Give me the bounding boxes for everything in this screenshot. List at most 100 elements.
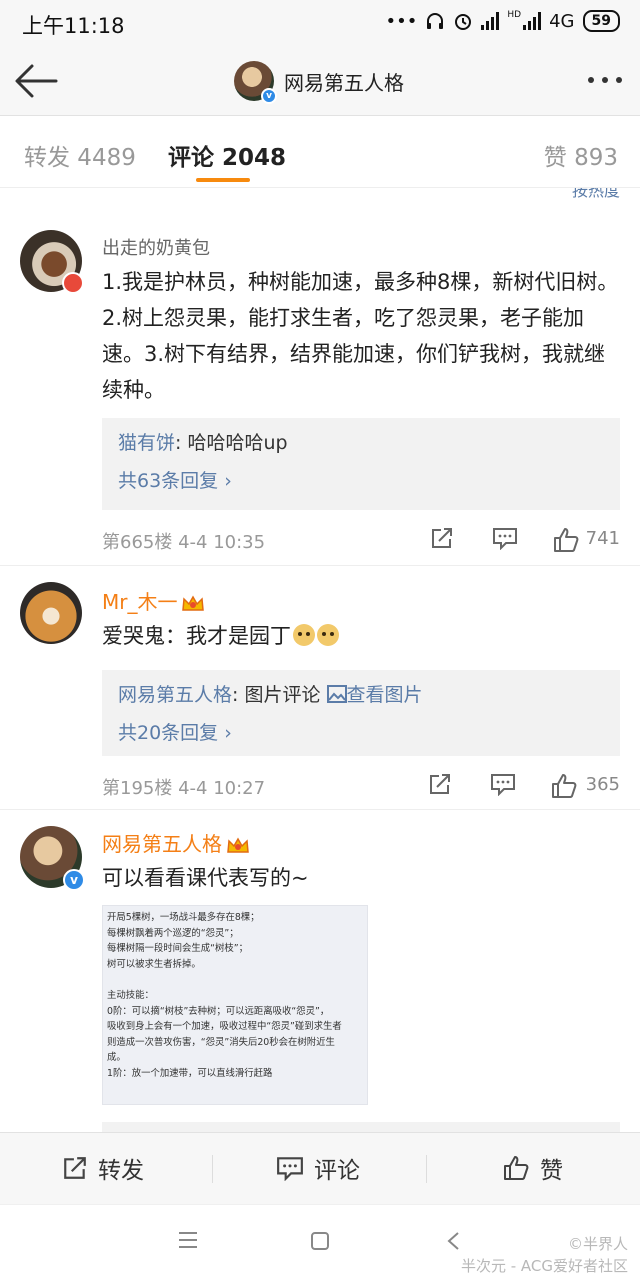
reply-author[interactable]: 网易第五人格 <box>118 684 232 706</box>
username-text: 网易第五人格 <box>102 832 222 856</box>
reply-button[interactable] <box>492 526 518 555</box>
account-header[interactable]: v 网易第五人格 <box>234 60 404 104</box>
doge-emoji-icon <box>293 624 315 646</box>
comment-icon <box>277 1157 303 1181</box>
like-button[interactable] <box>550 772 578 805</box>
home-square-icon <box>311 1232 329 1250</box>
view-replies-link[interactable]: 共63条回复 › <box>118 462 604 500</box>
alarm-icon <box>455 14 472 30</box>
view-replies-link[interactable]: 共20条回复 › <box>118 714 604 752</box>
like-action-button[interactable]: 赞 <box>502 1151 563 1185</box>
image-text-line: 每棵树隔一段时间会生成“树枝”； <box>107 943 248 955</box>
status-bar: 上午11:18 ••• HD 4G 59 <box>0 0 640 46</box>
reply-preview[interactable]: 网易第五人格: 图片评论 查看图片 共20条回复 › <box>102 670 620 756</box>
image-icon <box>326 685 347 703</box>
more-options-button[interactable] <box>586 66 624 91</box>
image-text-line <box>107 972 363 988</box>
comment-username[interactable]: 网易第五人格 <box>102 828 250 857</box>
username-text: Mr_木一 <box>102 590 178 614</box>
more-notifications-icon: ••• <box>385 10 418 32</box>
tab-bar: 转发 4489 评论 2048 赞 893 <box>0 116 640 188</box>
repost-button[interactable] <box>428 772 452 801</box>
reply-line: 猫有饼: 哈哈哈哈up <box>118 424 604 462</box>
system-navigation-bar: ©半界人 半次元 - ACG爱好者社区 <box>0 1204 640 1280</box>
chevron-left-icon <box>447 1232 459 1250</box>
system-back-button[interactable] <box>446 1231 460 1255</box>
comment-username[interactable]: Mr_木一 <box>102 586 205 615</box>
comment-text: 1.我是护林员，种树能加速，最多种8棵，新树代旧树。2.树上怨灵果，能打求生者，… <box>102 270 619 402</box>
thumbs-up-icon <box>552 774 577 798</box>
image-text-line: 则造成一次普攻伤害，“怨灵”消失后20秒会在树附近生 <box>107 1036 335 1048</box>
reply-line: 网易第五人格: 图片评论 查看图片 <box>118 676 604 714</box>
home-button[interactable] <box>310 1231 330 1255</box>
comment-footer: 第195楼 4-4 10:27 365 <box>102 772 620 802</box>
active-tab-indicator <box>196 178 250 182</box>
like-button[interactable] <box>552 526 580 559</box>
share-icon <box>430 774 450 794</box>
divider <box>426 1155 427 1183</box>
avatar[interactable]: v <box>20 826 85 891</box>
comment-label: 评论 <box>314 1158 360 1184</box>
tab-likes[interactable]: 赞 893 <box>544 138 618 172</box>
comment-action-button[interactable]: 评论 <box>276 1151 360 1185</box>
bottom-action-bar: 转发 评论 赞 <box>0 1132 640 1204</box>
signal-icon <box>481 12 500 30</box>
like-count: 365 <box>585 774 620 795</box>
comment-image[interactable]: 开局5棵树，一场战斗最多存在8棵； 每棵树飘着两个巡逻的“怨灵”； 每棵树隔一段… <box>102 905 368 1105</box>
menu-button[interactable] <box>178 1231 198 1253</box>
back-button[interactable] <box>12 58 60 104</box>
doge-emoji-icon <box>317 624 339 646</box>
vip-crown-icon <box>227 836 249 853</box>
reply-author[interactable]: 猫有饼 <box>118 432 175 454</box>
thumbs-up-icon <box>504 1156 529 1180</box>
repost-label: 转发 <box>98 1158 144 1184</box>
battery-icon: 59 <box>582 10 620 32</box>
comment-text: 爱哭鬼：我才是园丁 <box>102 618 622 654</box>
verified-icon: v <box>261 88 277 104</box>
like-label: 赞 <box>540 1158 563 1184</box>
tab-comments[interactable]: 评论 2048 <box>168 138 286 172</box>
comment-meta: 第665楼 4-4 10:35 <box>102 532 266 553</box>
reply-text: : 图片评论 <box>232 684 321 706</box>
watermark-line: ©半界人 <box>567 1235 628 1253</box>
comment-text: 可以看看课代表写的~ <box>102 866 309 890</box>
sort-label: 按热度 <box>571 188 620 200</box>
image-text-line: 成。 <box>107 1052 126 1064</box>
reply-text: : 哈哈哈哈up <box>175 432 288 454</box>
arrow-left-icon <box>15 64 58 98</box>
comment-username[interactable]: 出走的奶黄包 <box>102 234 210 260</box>
comment-icon <box>491 774 515 797</box>
sort-toggle[interactable]: 按热度 <box>572 188 620 200</box>
signal-icon-2 <box>523 12 542 30</box>
repost-button[interactable] <box>430 526 454 555</box>
share-icon <box>64 1157 86 1179</box>
comment-item: Mr_木一 爱哭鬼：我才是园丁 网易第五人格: 图片评论 查看图片 共20条回复… <box>0 566 640 810</box>
status-time: 上午11:18 <box>22 14 125 38</box>
reply-preview[interactable]: 猫有饼: 哈哈哈哈up 共63条回复 › <box>102 418 620 510</box>
network-type: 4G <box>549 10 575 32</box>
page-title: 网易第五人格 <box>284 70 404 95</box>
avatar: v <box>234 61 277 104</box>
reply-preview-edge <box>102 1122 620 1132</box>
image-text-line: 1阶：放一个加速带，可以直线滑行赶路 <box>107 1067 273 1079</box>
comment-text-content: 爱哭鬼：我才是园丁 <box>102 624 291 648</box>
menu-icon <box>179 1232 197 1248</box>
vip-crown-icon <box>182 594 205 611</box>
view-image-link[interactable]: 查看图片 <box>347 684 423 706</box>
image-text-line: 每棵树飘着两个巡逻的“怨灵”； <box>107 927 239 939</box>
avatar[interactable] <box>20 582 82 644</box>
hd-label: HD <box>507 10 522 20</box>
member-badge-icon <box>62 272 84 294</box>
image-text-line: 吸收到身上会有一个加速，吸收过程中“怨灵”碰到求生者 <box>107 1021 342 1033</box>
tab-repost[interactable]: 转发 4489 <box>24 138 136 172</box>
thumbs-up-icon <box>554 528 579 552</box>
avatar[interactable] <box>20 230 84 294</box>
reply-button[interactable] <box>490 772 516 801</box>
like-count: 741 <box>585 528 620 549</box>
share-icon <box>432 528 452 548</box>
comment-icon <box>493 528 517 551</box>
watermark-line: 半次元 - ACG爱好者社区 <box>460 1257 628 1275</box>
repost-action-button[interactable]: 转发 <box>62 1151 144 1185</box>
status-icons: ••• HD 4G 59 <box>386 10 620 32</box>
comment-footer: 第665楼 4-4 10:35 741 <box>102 526 620 556</box>
